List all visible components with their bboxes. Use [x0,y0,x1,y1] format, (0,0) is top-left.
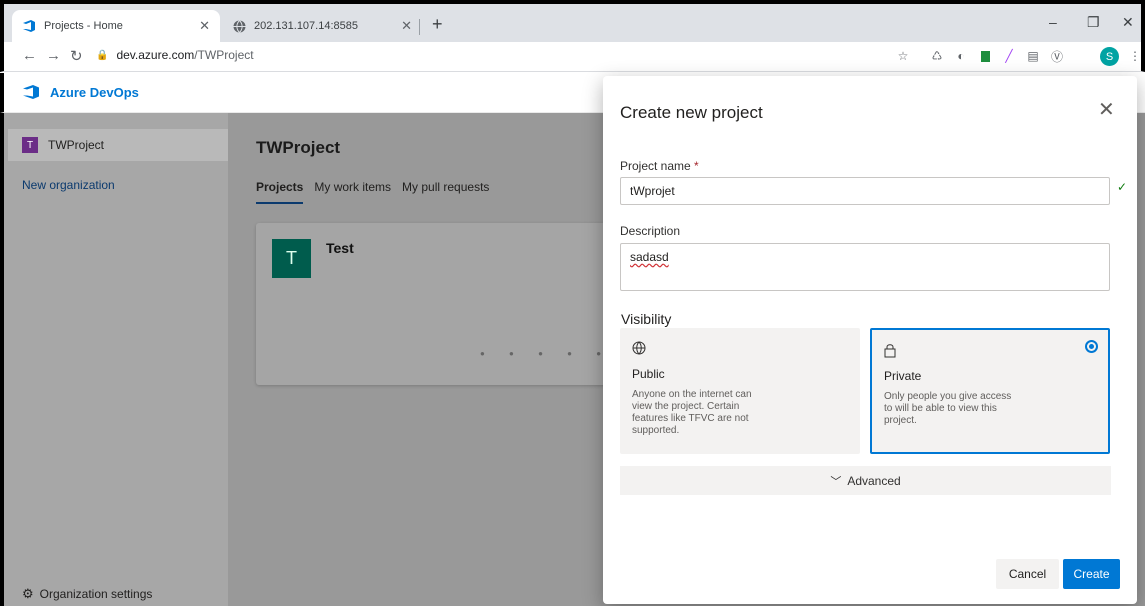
azure-devops-logo[interactable]: Azure DevOps [22,84,139,100]
gear-icon: ⚙ [22,586,34,601]
project-card[interactable]: T Test ● ● ● ● ● [256,223,636,385]
recycle-extension-icon[interactable]: ♺ [930,49,944,63]
restore-icon[interactable]: ❐ [1087,14,1100,31]
v-extension-icon[interactable]: Ⓥ [1050,49,1064,64]
url-domain: dev.azure.com [116,48,195,62]
brand-name: Azure DevOps [50,84,139,100]
lock-icon: 🔒 [96,49,109,61]
advanced-toggle[interactable]: ﹀ Advanced [620,466,1111,495]
page-title: TWProject [256,138,341,157]
organization-settings-link[interactable]: ⚙ Organization settings [22,586,152,602]
close-window-icon[interactable]: ✕ [1122,14,1134,31]
description-text: sadasd [630,250,669,264]
description-label: Description [620,224,681,238]
create-button[interactable]: Create [1063,559,1120,589]
description-input[interactable]: sadasd [620,243,1110,291]
moon-extension-icon[interactable]: ◐ [954,49,968,63]
menu-icon[interactable]: ⋮ [1128,49,1142,63]
browser-tab-title: 202.131.107.14:8585 [254,20,358,32]
pen-extension-icon[interactable]: ╱ [1002,49,1016,63]
azure-devops-icon [22,19,36,33]
main-tabs: Projects My work items My pull requests [256,180,500,204]
tab-my-work-items[interactable]: My work items [314,180,391,204]
org-name: TWProject [48,138,105,152]
url-field[interactable]: 🔒 dev.azure.com/TWProject [96,48,254,62]
minimize-icon[interactable]: – [1049,14,1057,30]
project-name-input[interactable]: tWprojet [620,177,1110,205]
url-path: /TWProject [194,48,254,62]
lock-icon [884,343,1096,361]
forward-icon[interactable]: → [46,47,61,64]
tab-my-pull-requests[interactable]: My pull requests [402,180,489,204]
project-name-label-text: Project name [620,159,691,173]
star-icon[interactable]: ☆ [896,49,910,63]
tab-separator [419,19,420,35]
project-name-label: Project name * [620,159,699,173]
globe-icon [232,19,246,33]
browser-tabstrip: Projects - Home ✕ 202.131.107.14:8585 ✕ … [0,0,1145,42]
browser-tab-inactive[interactable]: 202.131.107.14:8585 ✕ [222,10,422,42]
private-description: Only people you give access to will be a… [884,391,1012,426]
organization-settings-label: Organization settings [39,587,153,601]
private-radio-selected[interactable] [1085,340,1098,353]
project-name: Test [326,240,354,256]
browser-tab-active[interactable]: Projects - Home ✕ [12,10,220,42]
visibility-title: Visibility [621,311,672,327]
close-tab-icon[interactable]: ✕ [199,18,210,34]
close-icon[interactable]: ✕ [1098,100,1115,120]
sidebar-item-org[interactable]: T TWProject [8,129,228,161]
new-tab-icon[interactable]: + [432,14,443,35]
public-label: Public [632,367,665,381]
globe-icon [632,341,848,359]
required-mark: * [694,159,699,173]
azure-devops-icon [23,85,39,99]
public-description: Anyone on the internet can view the proj… [632,389,752,436]
dialog-title: Create new project [620,103,763,122]
cancel-button[interactable]: Cancel [996,559,1059,589]
tab-projects[interactable]: Projects [256,180,304,204]
private-label: Private [884,369,922,383]
green-extension-icon[interactable] [978,49,992,63]
chevron-down-icon: ﹀ [830,475,842,488]
close-tab-icon[interactable]: ✕ [401,18,412,34]
reload-icon[interactable]: ↻ [70,47,83,65]
visibility-public-option[interactable]: Public Anyone on the internet can view t… [620,328,860,454]
org-avatar: T [22,137,38,153]
loading-dots-icon: ● ● ● ● ● [480,349,613,358]
sidebar: T TWProject New organization ⚙ Organizat… [4,113,228,606]
address-bar: ← → ↻ 🔒 dev.azure.com/TWProject ☆ ♺ ◐ ╱ … [0,42,1145,72]
create-project-dialog: Create new project ✕ Project name * tWpr… [603,76,1137,604]
new-organization-link[interactable]: New organization [22,178,115,192]
advanced-label: Advanced [847,473,901,488]
browser-tab-title: Projects - Home [44,20,123,32]
back-icon[interactable]: ← [22,47,37,64]
profile-avatar[interactable]: S [1100,47,1119,66]
document-extension-icon[interactable]: ▤ [1026,49,1040,63]
project-avatar: T [272,239,311,278]
visibility-private-option[interactable]: Private Only people you give access to w… [870,328,1110,454]
valid-check-icon: ✓ [1117,180,1128,194]
